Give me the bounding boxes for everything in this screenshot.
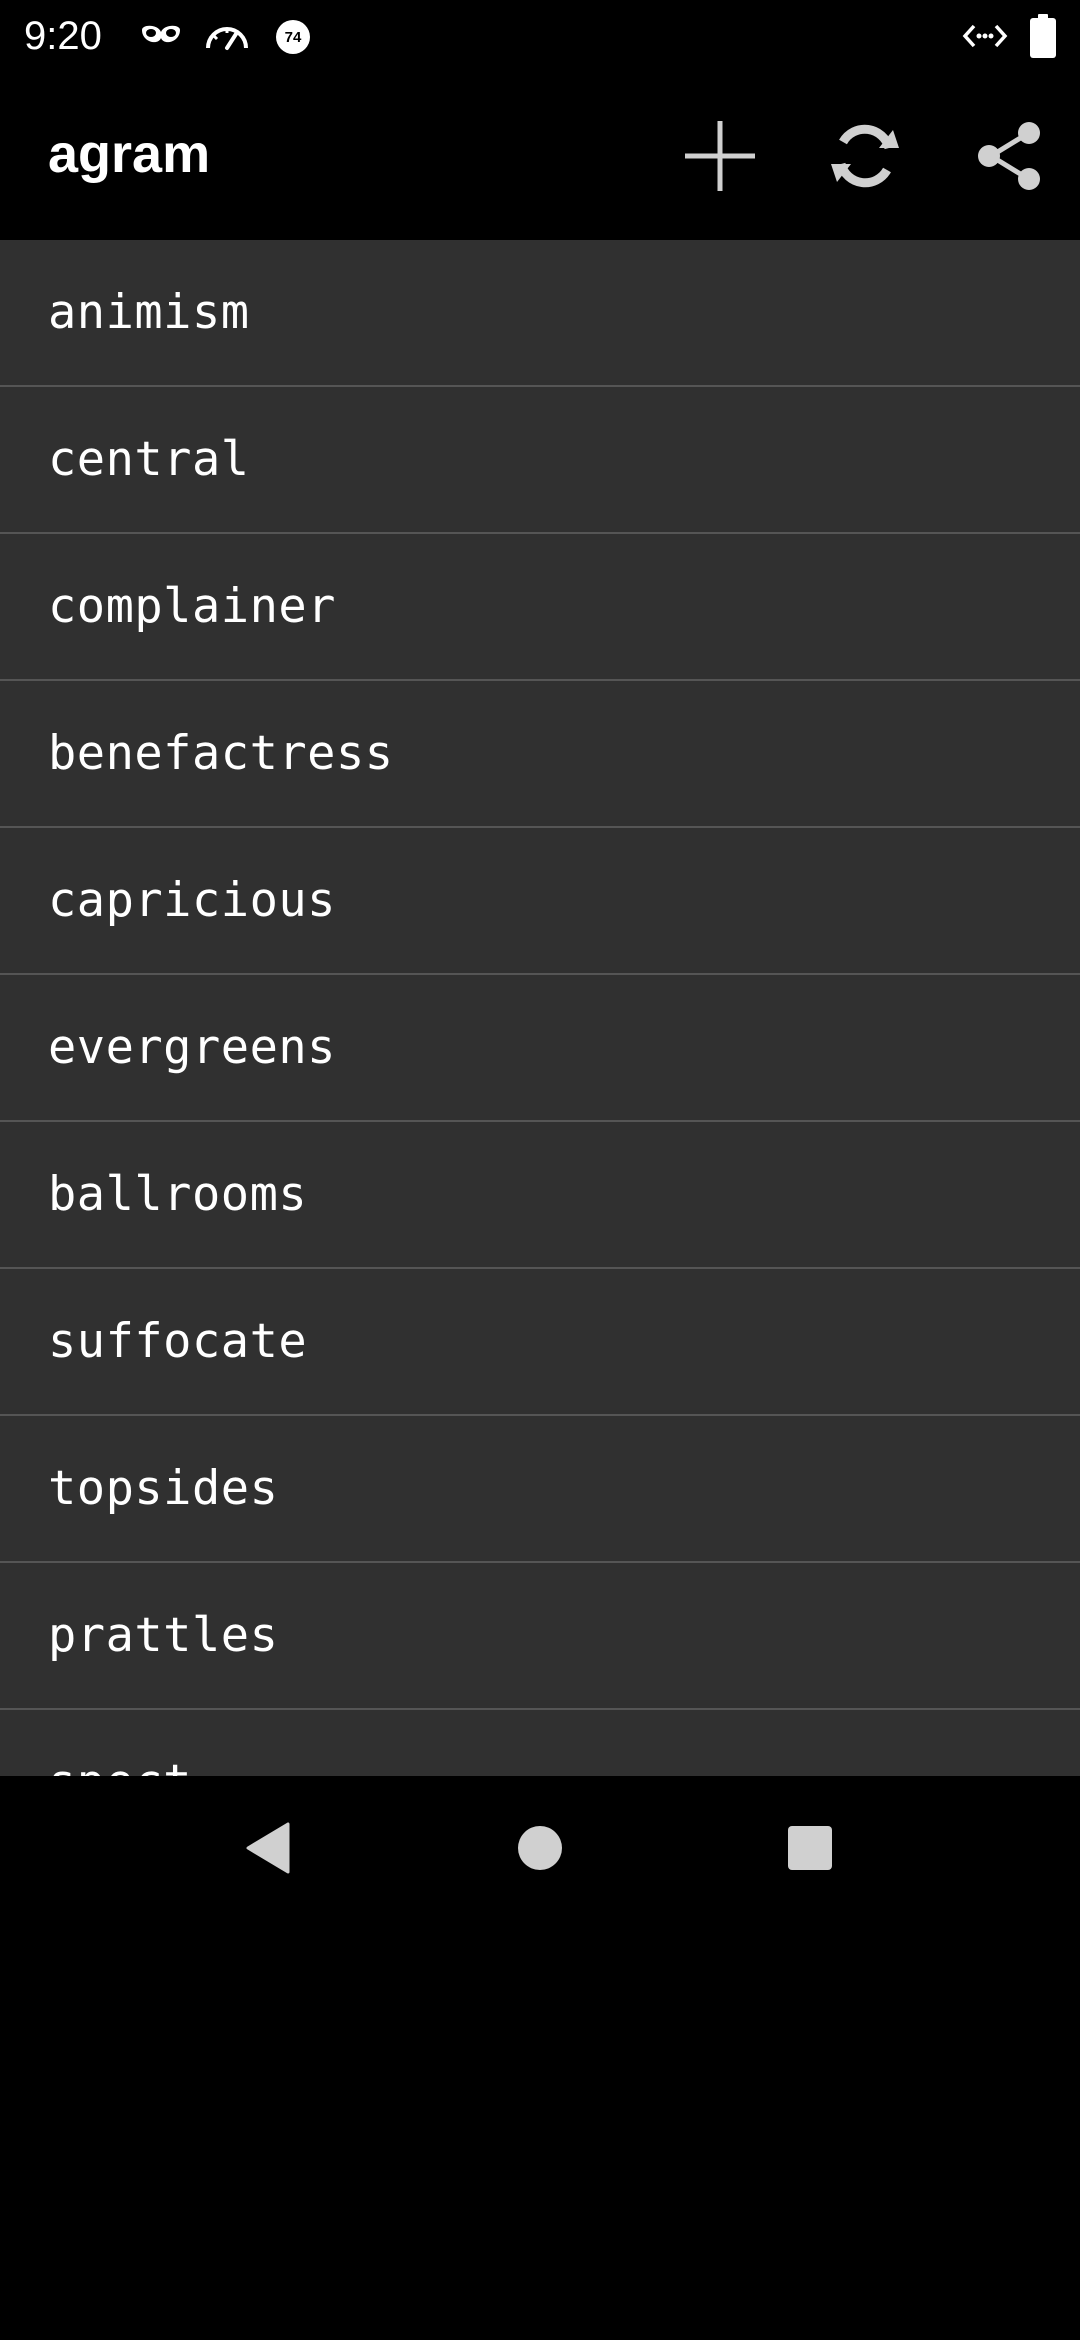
- home-button[interactable]: [492, 1800, 588, 1896]
- list-item-label: evergreens: [48, 1020, 336, 1075]
- list-item-label: topsides: [48, 1461, 279, 1516]
- status-bar: 9:20 74: [0, 0, 1080, 72]
- badge-number: 74: [284, 28, 302, 46]
- share-icon: [978, 122, 1040, 190]
- list-item[interactable]: animism: [0, 240, 1080, 387]
- speedometer-icon: [206, 27, 248, 50]
- list-item[interactable]: complainer: [0, 534, 1080, 681]
- home-circle-icon: [518, 1826, 562, 1870]
- list-item-label: suffocate: [48, 1314, 308, 1369]
- word-list[interactable]: animism central complainer benefactress …: [0, 240, 1080, 1776]
- list-item[interactable]: central: [0, 387, 1080, 534]
- back-button[interactable]: [220, 1800, 316, 1896]
- list-item[interactable]: evergreens: [0, 975, 1080, 1122]
- list-item-label: central: [48, 432, 250, 487]
- recents-square-icon: [788, 1826, 832, 1870]
- app-bar: agram: [0, 72, 1080, 240]
- share-button[interactable]: [961, 108, 1057, 204]
- navigation-bar: [0, 1776, 1080, 1920]
- badge-74-icon: 74: [276, 20, 310, 54]
- recents-button[interactable]: [762, 1800, 858, 1896]
- incognito-mask-icon: [142, 25, 180, 43]
- battery-icon: [1030, 14, 1056, 58]
- app-title: agram: [48, 124, 211, 184]
- list-item[interactable]: capricious: [0, 828, 1080, 975]
- list-item[interactable]: suffocate: [0, 1269, 1080, 1416]
- code-brackets-icon: [962, 24, 1008, 48]
- back-triangle-icon: [246, 1822, 290, 1874]
- list-item-label: capricious: [48, 873, 336, 928]
- plus-icon: [685, 121, 755, 191]
- list-item-label: complainer: [48, 579, 336, 634]
- list-item[interactable]: benefactress: [0, 681, 1080, 828]
- list-item-label: prattles: [48, 1608, 279, 1663]
- status-time: 9:20: [24, 14, 102, 58]
- list-item[interactable]: topsides: [0, 1416, 1080, 1563]
- list-item-label: ballrooms: [48, 1167, 308, 1222]
- add-button[interactable]: [672, 108, 768, 204]
- list-item[interactable]: ballrooms: [0, 1122, 1080, 1269]
- list-item-label: benefactress: [48, 726, 394, 781]
- refresh-icon: [831, 124, 899, 188]
- list-item-label: spect: [0, 1755, 192, 1776]
- list-item[interactable]: prattles: [0, 1563, 1080, 1710]
- refresh-button[interactable]: [817, 108, 913, 204]
- list-item[interactable]: spect: [0, 1710, 1080, 1776]
- list-item-label: animism: [48, 285, 250, 340]
